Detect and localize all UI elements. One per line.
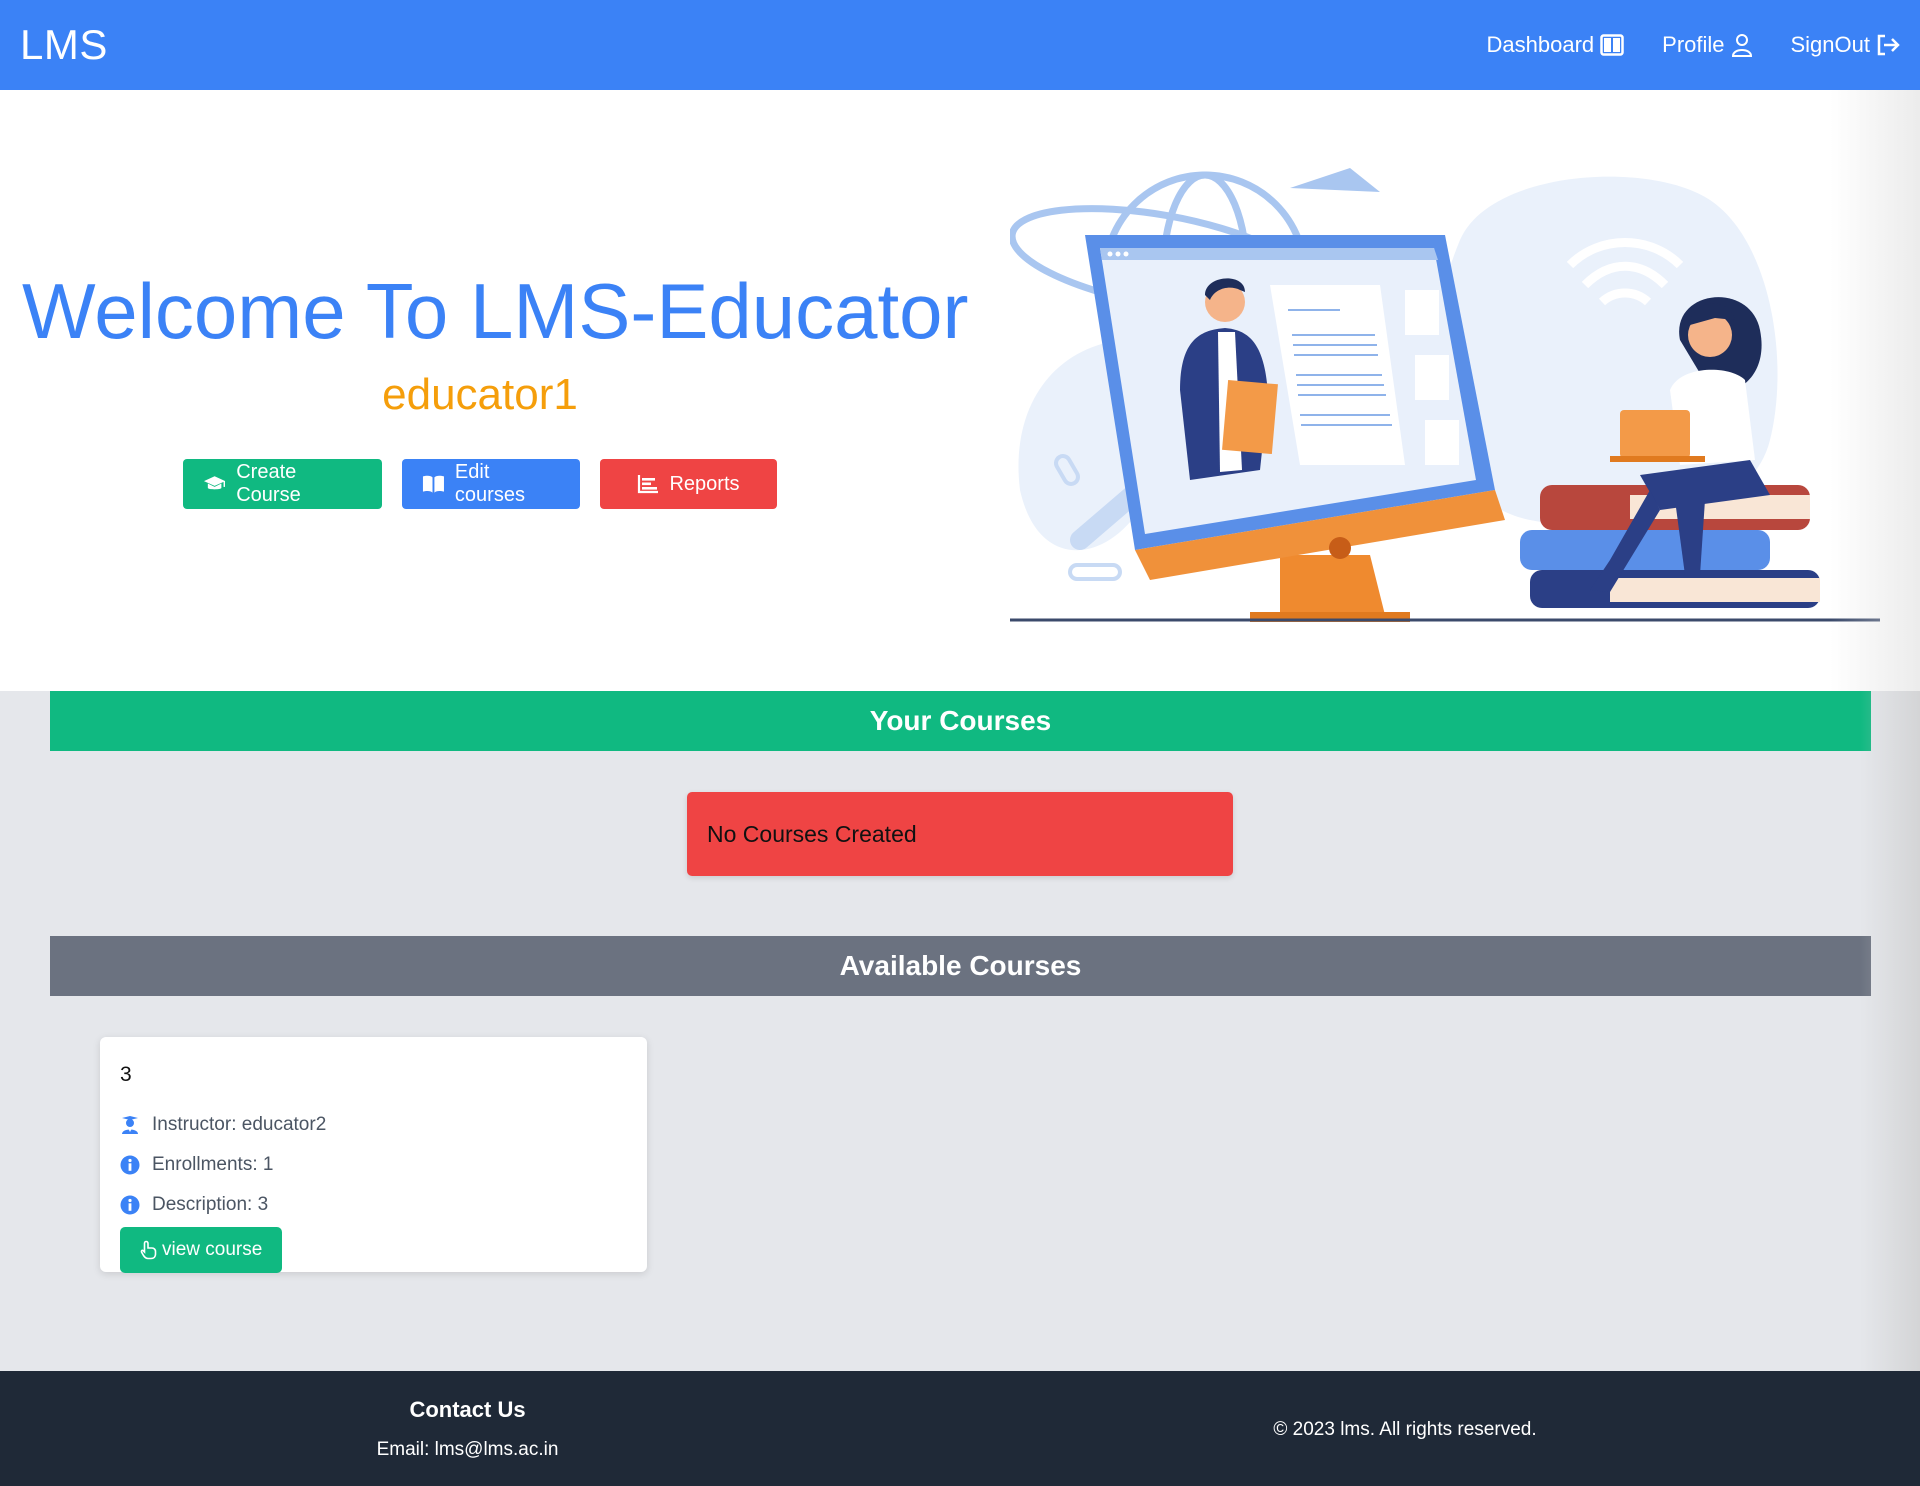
main-edge-shadow <box>1860 691 1920 1371</box>
book-open-icon <box>422 475 444 493</box>
edit-courses-label: Edit courses <box>454 461 525 506</box>
footer-copyright: © 2023 lms. All rights reserved. <box>1273 1419 1537 1440</box>
dashboard-icon <box>1600 34 1624 56</box>
info-icon <box>120 1155 140 1175</box>
course-enrollments-row: Enrollments: 1 <box>120 1145 627 1185</box>
hero-buttons: Create Course Edit courses Reports <box>183 459 777 509</box>
no-courses-message: No Courses Created <box>707 820 917 847</box>
course-instructor-row: Instructor: educator2 <box>120 1105 627 1145</box>
hero-username: educator1 <box>382 370 578 419</box>
info-icon <box>120 1195 140 1215</box>
hero-title: Welcome To LMS-Educator <box>22 267 969 355</box>
course-card: 3 Instructor: educator2 Enrollments: 1 D… <box>100 1037 647 1273</box>
hand-pointer-icon <box>140 1240 157 1260</box>
view-course-label: view course <box>162 1239 263 1260</box>
nav-dashboard-label: Dashboard <box>1486 32 1595 57</box>
course-description: Description: 3 <box>152 1194 269 1215</box>
course-enrollments: Enrollments: 1 <box>152 1154 274 1175</box>
nav-profile-label: Profile <box>1662 32 1725 57</box>
instructor-icon <box>120 1115 140 1135</box>
hero-edge-shadow <box>1830 90 1920 691</box>
top-navbar: LMS Dashboard Profile SignOut <box>0 0 1920 90</box>
view-course-button[interactable]: view course <box>120 1227 283 1273</box>
create-course-label: Create Course <box>236 461 301 506</box>
course-description-row: Description: 3 <box>120 1185 627 1225</box>
your-courses-header: Your Courses <box>50 691 1871 751</box>
footer: Contact Us Email: lms@lms.ac.in © 2023 l… <box>0 1371 1920 1486</box>
signout-icon <box>1877 34 1900 56</box>
hero-illustration <box>1010 168 1880 622</box>
course-instructor: Instructor: educator2 <box>152 1114 327 1135</box>
user-icon <box>1731 34 1752 57</box>
create-course-button[interactable]: Create Course <box>183 459 382 509</box>
bar-chart-icon <box>638 475 659 494</box>
course-name: 3 <box>120 1063 132 1086</box>
footer-contact-title: Contact Us <box>409 1397 526 1422</box>
nav-links: Dashboard Profile SignOut <box>1487 32 1901 58</box>
nav-signout-link[interactable]: SignOut <box>1791 32 1901 58</box>
footer-email: Email: lms@lms.ac.in <box>376 1439 559 1460</box>
nav-signout-label: SignOut <box>1790 32 1871 57</box>
no-courses-alert: No Courses Created <box>687 792 1233 876</box>
nav-dashboard-link[interactable]: Dashboard <box>1487 32 1625 58</box>
hero-section: Welcome To LMS-Educator educator1 Create… <box>0 90 1920 691</box>
edit-courses-button[interactable]: Edit courses <box>402 459 580 509</box>
footer-contact: Contact Us Email: lms@lms.ac.in <box>300 1397 635 1461</box>
graduation-cap-icon <box>203 476 226 490</box>
reports-label: Reports <box>669 472 740 495</box>
nav-profile-link[interactable]: Profile <box>1662 32 1752 58</box>
reports-button[interactable]: Reports <box>600 459 777 509</box>
brand-logo[interactable]: LMS <box>20 21 108 69</box>
main-content: Your Courses No Courses Created Availabl… <box>0 691 1920 1371</box>
available-courses-header: Available Courses <box>50 936 1871 996</box>
